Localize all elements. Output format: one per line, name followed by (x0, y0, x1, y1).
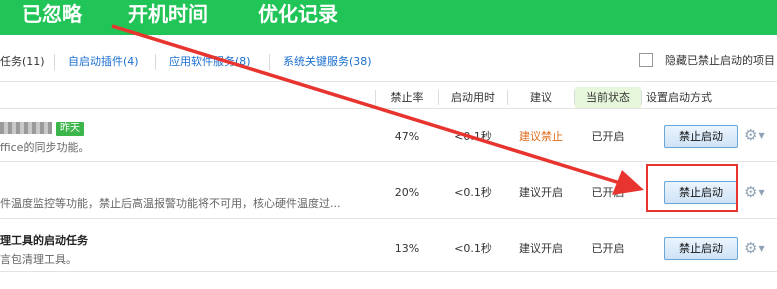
annotation-arrow (111, 24, 644, 195)
arrow-shaft (111, 24, 621, 185)
highlight-box (646, 164, 738, 212)
